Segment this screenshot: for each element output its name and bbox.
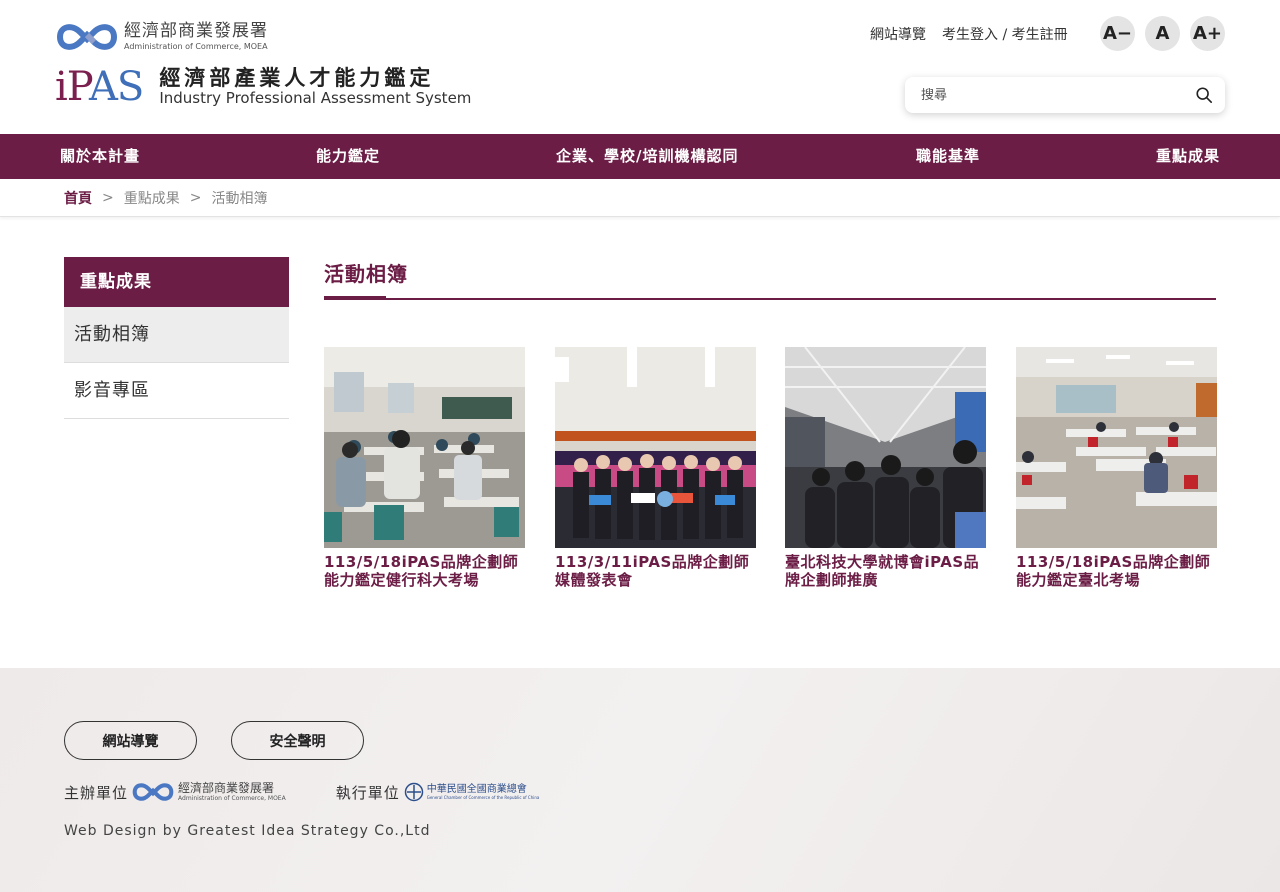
nav-item-assessment[interactable]: 能力鑑定 [316,134,380,179]
title-divider-accent [324,296,386,300]
album-card[interactable]: 臺北科技大學就博會iPAS品牌企劃師推廣 [785,347,986,589]
breadcrumb-current: 活動相簿 [211,190,268,207]
footer-sitemap-button[interactable]: 網站導覽 [64,721,197,760]
album-title[interactable]: 113/5/18iPAS品牌企劃師能力鑑定臺北考場 [1016,553,1217,589]
font-size-controls: A− A A+ [1100,16,1225,51]
executor-logo[interactable]: 中華民國全國商業總會 General Chamber of Commerce o… [404,782,540,802]
sidebar-item-video[interactable]: 影音專區 [64,363,289,419]
title-divider [324,298,1216,300]
executor-name-zh: 中華民國全國商業總會 [426,783,527,795]
ipas-logo[interactable]: iPAS 經濟部產業人才能力鑑定 Industry Professional A… [55,66,471,107]
ipas-name-zh: 經濟部產業人才能力鑑定 [159,66,435,90]
moea-name-zh: 經濟部商業發展署 [124,21,268,41]
search-input[interactable] [921,87,1195,103]
login-register-link[interactable]: 考生登入 / 考生註冊 [942,24,1068,44]
album-photo[interactable] [555,347,756,548]
album-title[interactable]: 113/5/18iPAS品牌企劃師能力鑑定健行科大考場 [324,553,525,589]
sidebar: 重點成果 活動相簿 影音專區 [64,257,289,419]
font-normal-button[interactable]: A [1145,16,1180,51]
album-title[interactable]: 臺北科技大學就博會iPAS品牌企劃師推廣 [785,553,986,589]
album-card[interactable]: 113/5/18iPAS品牌企劃師能力鑑定臺北考場 [1016,347,1217,589]
nav-item-recognition[interactable]: 企業、學校/培訓機構認同 [556,134,738,179]
site-footer: 網站導覽 安全聲明 主辦單位 經濟部商業發展署 Administration o… [0,668,1280,892]
font-smaller-button[interactable]: A− [1100,16,1135,51]
breadcrumb: 首頁 > 重點成果 > 活動相簿 [0,179,1280,217]
breadcrumb-separator: > [102,189,114,206]
organizer-name-zh: 經濟部商業發展署 [178,781,275,795]
gcc-emblem-icon [404,782,423,802]
album-card[interactable]: 113/5/18iPAS品牌企劃師能力鑑定健行科大考場 [324,347,525,589]
organizer-logo[interactable]: 經濟部商業發展署 Administration of Commerce, MOE… [132,780,286,804]
album-title[interactable]: 113/3/11iPAS品牌企劃師媒體發表會 [555,553,756,589]
nav-item-results[interactable]: 重點成果 [1156,134,1220,179]
ipas-name-en: Industry Professional Assessment System [159,89,472,108]
breadcrumb-separator: > [189,189,202,206]
album-photo[interactable] [1016,347,1217,548]
executor-group: 執行單位 中華民國全國商業總會 General Chamber of Comme… [335,782,540,803]
nav-item-about[interactable]: 關於本計畫 [60,134,140,179]
album-photo[interactable] [324,347,525,548]
nav-item-competency[interactable]: 職能基準 [916,134,980,179]
main-nav: 關於本計畫 能力鑑定 企業、學校/培訓機構認同 職能基準 重點成果 [0,134,1280,179]
footer-security-button[interactable]: 安全聲明 [231,721,364,760]
album-photo[interactable] [785,347,986,548]
search-box [905,77,1225,113]
executor-label: 執行單位 [335,783,400,802]
sitemap-link[interactable]: 網站導覽 [870,24,926,44]
moea-infinity-icon [56,24,118,50]
moea-name-en: Administration of Commerce, MOEA [124,42,268,51]
font-larger-button[interactable]: A+ [1190,16,1225,51]
breadcrumb-results[interactable]: 重點成果 [124,188,180,208]
organizer-label: 主辦單位 [64,783,129,802]
executor-name-en: General Chamber of Commerce of the Repub… [426,794,540,800]
moea-infinity-icon [132,783,174,801]
page-title: 活動相簿 [324,262,408,286]
top-links: 網站導覽 考生登入 / 考生註冊 [870,24,1068,44]
album-card[interactable]: 113/3/11iPAS品牌企劃師媒體發表會 [555,347,756,589]
sidebar-item-album[interactable]: 活動相簿 [64,307,289,363]
ipas-mark: iPAS [55,63,144,110]
site-header: 經濟部商業發展署 Administration of Commerce, MOE… [0,0,1280,134]
sidebar-title: 重點成果 [64,257,289,307]
search-icon[interactable] [1195,86,1213,104]
organizer-row: 主辦單位 經濟部商業發展署 Administration of Commerce… [64,780,539,804]
organizer-name-en: Administration of Commerce, MOEA [178,795,286,802]
breadcrumb-home[interactable]: 首頁 [64,188,92,208]
web-design-credit: Web Design by Greatest Idea Strategy Co.… [64,823,431,839]
moea-logo[interactable]: 經濟部商業發展署 Administration of Commerce, MOE… [56,20,268,54]
